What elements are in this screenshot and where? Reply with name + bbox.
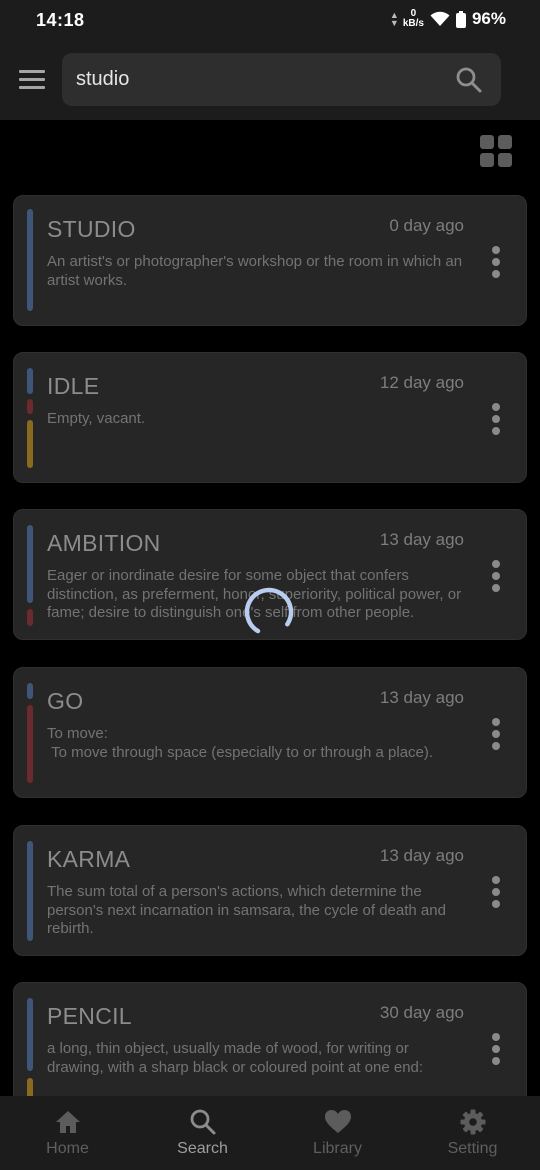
word-definition: The sum total of a person's actions, whi…: [47, 883, 451, 937]
tag-bar-red: [27, 399, 33, 414]
search-query: studio: [76, 68, 130, 90]
word-card-karma[interactable]: KARMA 13 day ago The sum total of a pers…: [13, 825, 527, 956]
data-arrows-icon: ▲ ▼: [389, 10, 399, 28]
heart-icon: [324, 1110, 351, 1133]
more-options-icon[interactable]: [490, 876, 502, 910]
word-title: STUDIO: [47, 216, 136, 242]
grid-view-icon[interactable]: [480, 135, 512, 167]
word-title: AMBITION: [47, 530, 161, 556]
nav-search[interactable]: Search: [135, 1096, 270, 1170]
word-card-pencil[interactable]: PENCIL 30 day ago a long, thin object, u…: [13, 982, 527, 1113]
word-definition: a long, thin object, usually made of woo…: [47, 1040, 424, 1076]
more-options-icon[interactable]: [490, 246, 502, 280]
word-title: KARMA: [47, 846, 131, 872]
net-speed: 0 kB/s: [403, 9, 424, 29]
search-icon: [190, 1109, 215, 1135]
word-title: GO: [47, 688, 84, 714]
word-date: 13 day ago: [379, 846, 464, 865]
search-icon[interactable]: [455, 66, 483, 94]
home-icon: [55, 1111, 80, 1133]
battery-icon: [455, 10, 466, 28]
word-card-studio[interactable]: STUDIO 0 day ago An artist's or photogra…: [13, 195, 527, 326]
wifi-icon: [430, 11, 450, 26]
tag-bar-blue: [27, 683, 33, 699]
more-options-icon[interactable]: [490, 1033, 502, 1067]
word-card-go[interactable]: GO 13 day ago To move: To move through s…: [13, 667, 527, 798]
word-definition: Empty, vacant.: [47, 410, 146, 427]
app-bar: studio: [0, 40, 540, 120]
tag-bar-yellow: [27, 420, 33, 468]
more-options-icon[interactable]: [490, 560, 502, 594]
word-date: 13 day ago: [379, 688, 464, 707]
nav-home[interactable]: Home: [0, 1096, 135, 1170]
more-options-icon[interactable]: [490, 718, 502, 752]
more-options-icon[interactable]: [490, 403, 502, 437]
tag-bar-blue: [27, 841, 33, 941]
status-icons: ▲ ▼ 0 kB/s 96%: [390, 9, 506, 29]
word-card-idle[interactable]: IDLE 12 day ago Empty, vacant.: [13, 352, 527, 483]
word-date: 0 day ago: [389, 216, 464, 235]
nav-search-label: Search: [177, 1140, 228, 1157]
nav-setting[interactable]: Setting: [405, 1096, 540, 1170]
word-definition: An artist's or photographer's workshop o…: [47, 253, 467, 289]
menu-icon[interactable]: [19, 70, 45, 90]
status-time: 14:18: [36, 10, 85, 30]
tag-bar-red: [27, 705, 33, 783]
word-definition: To move: To move through space (especial…: [47, 725, 434, 761]
search-input[interactable]: studio: [62, 53, 501, 106]
battery-level: 96%: [471, 9, 506, 28]
word-title: IDLE: [47, 373, 100, 399]
tag-bar-red: [27, 609, 33, 626]
nav-setting-label: Setting: [447, 1140, 498, 1157]
bottom-nav: Home Search Library Setting: [0, 1096, 540, 1170]
word-title: PENCIL: [47, 1003, 132, 1029]
tag-bar-blue: [27, 368, 33, 394]
status-bar: 14:18 ▲ ▼ 0 kB/s 96%: [0, 0, 540, 40]
nav-library[interactable]: Library: [270, 1096, 405, 1170]
gear-icon: [460, 1109, 485, 1135]
nav-home-label: Home: [46, 1140, 89, 1157]
tag-bar-blue: [27, 998, 33, 1071]
word-date: 13 day ago: [379, 530, 464, 549]
nav-library-label: Library: [313, 1140, 362, 1157]
tag-bar-blue: [27, 525, 33, 603]
net-speed-unit: kB/s: [402, 18, 424, 29]
word-date: 30 day ago: [379, 1003, 464, 1022]
tag-bar-blue: [27, 209, 33, 311]
loading-spinner-icon: [244, 587, 294, 637]
word-date: 12 day ago: [379, 373, 464, 392]
